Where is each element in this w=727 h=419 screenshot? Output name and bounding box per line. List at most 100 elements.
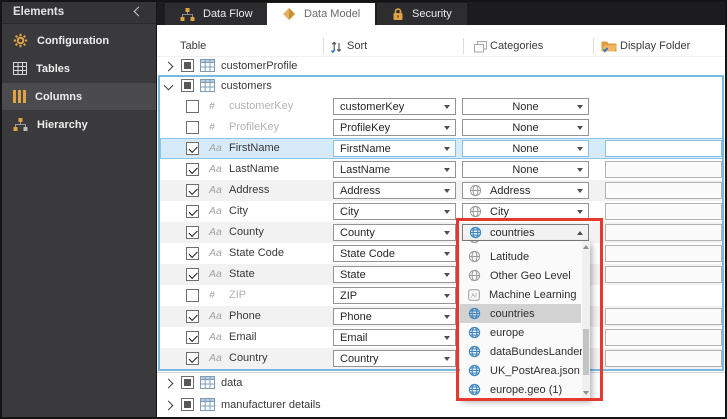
column-row[interactable]: Aa City City City: [160, 201, 723, 222]
table-grid-icon: [200, 59, 215, 72]
display-folder-input[interactable]: [605, 329, 722, 346]
column-checkbox[interactable]: [186, 100, 199, 113]
table-row[interactable]: customers: [157, 76, 725, 96]
column-row[interactable]: # ProfileKey ProfileKey None: [160, 117, 723, 138]
sidebar-item-tables[interactable]: Tables: [0, 55, 156, 82]
sort-dropdown[interactable]: Address: [333, 182, 456, 199]
display-folder-input[interactable]: [605, 308, 722, 325]
table-checkbox[interactable]: [181, 79, 194, 92]
category-dropdown-value: None: [512, 121, 539, 134]
column-row[interactable]: Aa Email Email: [160, 327, 723, 348]
dropdown-item[interactable]: Other Geo Level: [460, 266, 581, 285]
display-folder-input[interactable]: [605, 161, 722, 178]
collapse-sidebar-icon[interactable]: [133, 6, 144, 17]
category-dropdown[interactable]: None: [462, 119, 589, 136]
column-name: LastName: [229, 163, 280, 175]
category-dropdown[interactable]: None: [462, 98, 589, 115]
column-row[interactable]: # customerKey customerKey None: [160, 96, 723, 117]
sort-dropdown[interactable]: State: [333, 266, 456, 283]
column-row[interactable]: Aa Phone Phone: [160, 306, 723, 327]
sort-dropdown[interactable]: LastName: [333, 161, 456, 178]
column-checkbox[interactable]: [186, 310, 199, 323]
column-row[interactable]: Aa Country Country: [160, 348, 723, 369]
category-dropdown[interactable]: Address: [462, 182, 589, 199]
sort-dropdown[interactable]: FirstName: [333, 140, 456, 157]
column-checkbox[interactable]: [186, 247, 199, 260]
ai-icon: AI: [468, 288, 480, 301]
sort-dropdown[interactable]: ProfileKey: [333, 119, 456, 136]
column-checkbox[interactable]: [186, 352, 199, 365]
dropdown-item[interactable]: countries: [460, 304, 581, 323]
chevron-right-icon[interactable]: [163, 400, 174, 411]
column-row[interactable]: Aa State State: [160, 264, 723, 285]
text-type-icon: Aa: [209, 184, 222, 196]
sidebar-item-configuration[interactable]: Configuration: [0, 27, 156, 54]
column-row[interactable]: Aa County County countries: [160, 222, 723, 243]
column-checkbox[interactable]: [186, 184, 199, 197]
sort-dropdown[interactable]: Phone: [333, 308, 456, 325]
column-row[interactable]: Aa LastName LastName None: [160, 159, 723, 180]
table-checkbox[interactable]: [181, 59, 194, 72]
sidebar: Elements Configuration Tables Columns Hiera…: [0, 0, 157, 419]
column-checkbox[interactable]: [186, 226, 199, 239]
dropdown-item-label: europe.geo (1): [490, 383, 563, 396]
column-checkbox[interactable]: [186, 142, 199, 155]
dropdown-item[interactable]: UK_PostArea.json: [460, 361, 581, 380]
display-folder-input[interactable]: [605, 266, 722, 283]
column-checkbox[interactable]: [186, 163, 199, 176]
column-checkbox[interactable]: [186, 331, 199, 344]
sort-dropdown[interactable]: ZIP: [333, 287, 456, 304]
column-separator: [463, 38, 464, 54]
chevron-right-icon[interactable]: [163, 378, 174, 389]
chevron-down-icon[interactable]: [163, 80, 174, 91]
column-checkbox[interactable]: [186, 289, 199, 302]
tab-security[interactable]: Security: [377, 3, 467, 25]
table-checkbox[interactable]: [181, 376, 194, 389]
dropdown-item[interactable]: AI Machine Learning: [460, 285, 581, 304]
table-row[interactable]: manufacturer details: [157, 395, 725, 415]
table-row[interactable]: data: [157, 373, 725, 393]
column-checkbox[interactable]: [186, 121, 199, 134]
sort-dropdown[interactable]: customerKey: [333, 98, 456, 115]
sidebar-item-columns[interactable]: Columns: [0, 83, 156, 110]
table-checkbox[interactable]: [181, 398, 194, 411]
column-checkbox[interactable]: [186, 205, 199, 218]
display-folder-input[interactable]: [605, 182, 722, 199]
display-folder-input[interactable]: [605, 140, 722, 157]
display-folder-input[interactable]: [605, 203, 722, 220]
tab-data-model[interactable]: Data Model: [267, 3, 376, 25]
sort-dropdown[interactable]: County: [333, 224, 456, 241]
category-dropdown[interactable]: City: [462, 203, 589, 220]
display-folder-input[interactable]: [605, 245, 722, 262]
column-checkbox[interactable]: [186, 268, 199, 281]
display-folder-input[interactable]: [605, 224, 722, 241]
sort-dropdown[interactable]: City: [333, 203, 456, 220]
category-dropdown[interactable]: countries: [462, 224, 589, 241]
tab-data-flow[interactable]: Data Flow: [165, 3, 268, 25]
column-row[interactable]: Aa State Code State Code: [160, 243, 723, 264]
chevron-right-icon[interactable]: [163, 61, 174, 72]
dropdown-scrollbar[interactable]: [582, 241, 590, 399]
display-folder-input[interactable]: [605, 350, 722, 367]
category-dropdown[interactable]: None: [462, 161, 589, 178]
sort-dropdown[interactable]: Email: [333, 329, 456, 346]
scrollbar-thumb[interactable]: [583, 329, 589, 375]
scroll-down-icon[interactable]: [583, 391, 589, 395]
column-name: Address: [229, 184, 270, 196]
sort-dropdown[interactable]: State Code: [333, 245, 456, 262]
column-row[interactable]: # ZIP ZIP: [160, 285, 723, 306]
sort-dropdown[interactable]: Country: [333, 350, 456, 367]
table-row[interactable]: customerProfile: [157, 56, 725, 76]
dropdown-item[interactable]: europe.geo (1): [460, 380, 581, 399]
dropdown-item[interactable]: europe: [460, 323, 581, 342]
check-mark: [188, 206, 197, 216]
dropdown-item[interactable]: dataBundesLander2: [460, 342, 589, 361]
sidebar-item-hierarchy[interactable]: Hierarchy: [0, 111, 156, 138]
category-dropdown[interactable]: None: [462, 140, 589, 157]
column-row[interactable]: Aa Address Address Address: [160, 180, 723, 201]
column-row[interactable]: Aa FirstName FirstName None: [160, 138, 723, 159]
check-mark: [188, 353, 197, 363]
scroll-up-icon[interactable]: [583, 245, 589, 249]
globe-gray-icon: [468, 250, 481, 263]
dropdown-item[interactable]: Latitude: [460, 247, 581, 266]
